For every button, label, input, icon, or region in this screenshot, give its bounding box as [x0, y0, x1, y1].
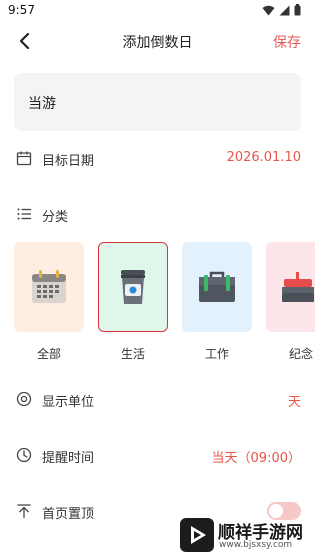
wifi-icon [262, 5, 275, 15]
target-date-row[interactable]: 目标日期 2026.01.10 [0, 143, 315, 173]
display-unit-value: 天 [287, 395, 301, 410]
cake-icon [282, 272, 314, 302]
reminder-value: 当天（09:00） [211, 451, 301, 466]
status-bar: 9:57 [0, 0, 315, 22]
category-label-anniversary: 纪念 [288, 347, 313, 361]
display-unit-row[interactable]: 显示单位 天 [0, 384, 315, 414]
calendar-icon [32, 270, 66, 303]
event-name-field[interactable]: 当游 [14, 73, 301, 131]
clock-icon [16, 447, 32, 463]
watermark: 顺祥手游网 www.bjsxsy.com [180, 516, 312, 556]
category-carousel[interactable]: 全部 生活 工作 纪念 [0, 240, 315, 365]
category-label-life: 生活 [120, 347, 145, 361]
target-date-value: 2026.01.10 [226, 150, 301, 165]
watermark-logo [180, 518, 214, 552]
display-unit-label: 显示单位 [42, 395, 95, 410]
battery-icon [294, 4, 301, 16]
category-tile-selected [98, 242, 168, 332]
category-row: 分类 [0, 199, 315, 229]
category-label-all: 全部 [36, 347, 61, 361]
category-label-work: 工作 [204, 347, 229, 361]
pin-top-label: 首页置顶 [42, 507, 95, 522]
reminder-row[interactable]: 提醒时间 当天（09:00） [0, 440, 315, 470]
target-icon [16, 391, 32, 407]
pin-top-icon [17, 504, 31, 518]
list-icon [17, 208, 31, 220]
briefcase-icon [199, 271, 235, 302]
top-nav: 添加倒数日 保存 [0, 26, 315, 56]
signal-icon [279, 5, 290, 15]
status-icons [262, 4, 301, 16]
reminder-label: 提醒时间 [42, 451, 95, 466]
cup-icon [121, 270, 145, 304]
event-name-value: 当游 [28, 96, 56, 112]
category-tile [182, 242, 252, 332]
watermark-url: www.bjsxsy.com [219, 540, 293, 550]
status-time: 9:57 [8, 3, 35, 17]
category-tile [14, 242, 84, 332]
play-logo-icon [191, 526, 206, 544]
target-date-label: 目标日期 [42, 154, 95, 169]
category-label: 分类 [42, 210, 69, 225]
category-tile [266, 242, 315, 332]
save-button[interactable]: 保存 [273, 32, 301, 52]
page-title: 添加倒数日 [122, 35, 193, 51]
calendar-icon [16, 151, 32, 166]
